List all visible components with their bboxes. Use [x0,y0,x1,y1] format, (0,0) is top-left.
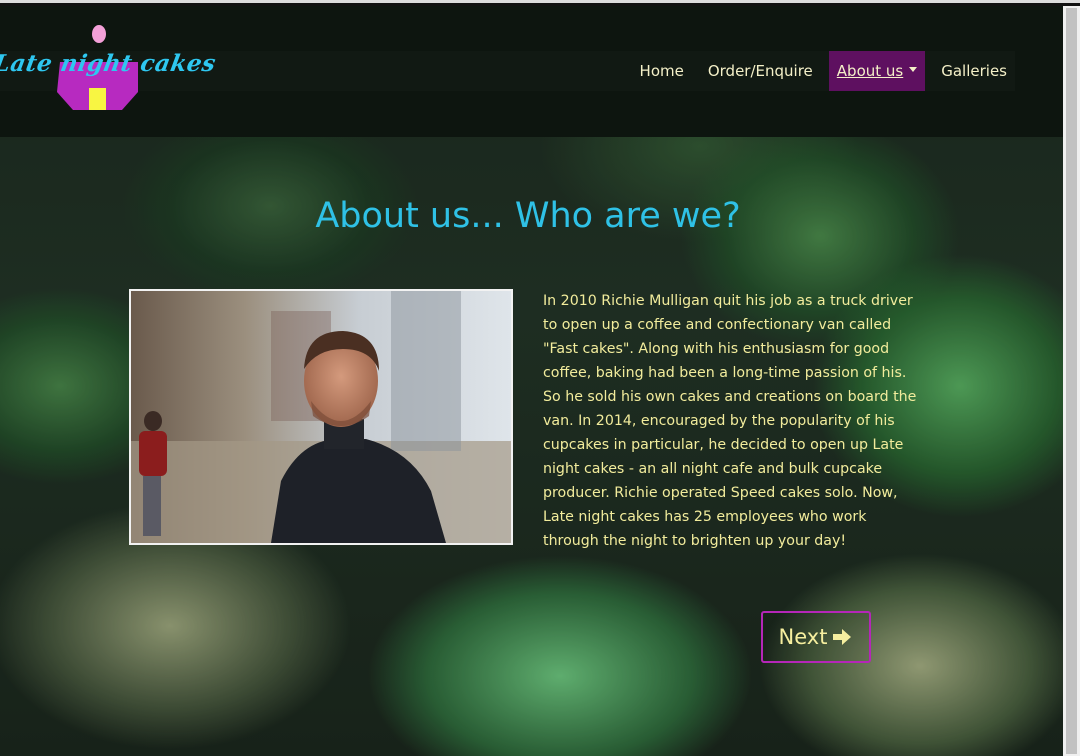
next-button[interactable]: Next [761,611,871,663]
page-title: About us... Who are we? [315,196,741,236]
nav-item-home[interactable]: Home [632,51,692,91]
site-header: Late night cakes Home Order/Enquire Abou… [0,6,1063,137]
nav-item-label: Order/Enquire [707,62,813,80]
nav-item-galleries[interactable]: Galleries [933,51,1015,91]
nav-item-about-us-dropdown[interactable]: About us [828,51,926,91]
nav-item-label: Galleries [941,62,1007,80]
scrollbar-thumb[interactable] [1066,8,1077,754]
caret-down-icon [909,67,918,72]
nav-item-label: Home [639,62,684,80]
next-button-label: Next [778,625,828,649]
nav-item-order-enquire[interactable]: Order/Enquire [700,51,821,91]
nav-item-label: About us [836,62,904,80]
arrow-right-icon [831,626,853,648]
site-logo[interactable]: Late night cakes [0,20,225,120]
about-paragraph: In 2010 Richie Mulligan quit his job as … [543,293,917,549]
browser-viewport: Late night cakes Home Order/Enquire Abou… [0,0,1080,756]
founder-photo [129,289,513,545]
vertical-scrollbar[interactable] [1063,6,1080,756]
main-nav: Home Order/Enquire About us Galleries [624,51,1015,91]
portrait-photo-icon [131,291,511,543]
page-background: Late night cakes Home Order/Enquire Abou… [0,6,1063,756]
logo-text: Late night cakes [0,50,219,77]
